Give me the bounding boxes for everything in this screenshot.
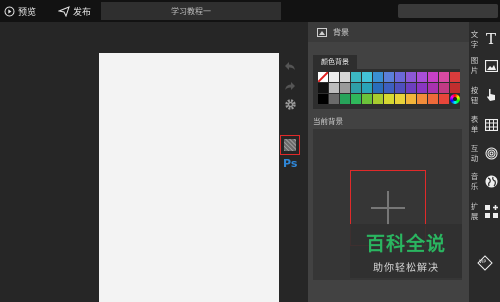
color-swatch[interactable] — [406, 94, 416, 104]
component-sidebar: 文字 T 图片 按钮 表单 互动 音乐 扩展 VIP — [469, 22, 500, 302]
sidebar-item-button[interactable]: 按钮 — [469, 82, 500, 112]
color-swatch[interactable] — [417, 83, 427, 93]
canvas-page[interactable] — [99, 53, 279, 302]
send-icon — [58, 5, 70, 17]
color-swatch[interactable] — [384, 83, 394, 93]
color-swatch[interactable] — [417, 72, 427, 82]
watermark-subtitle: 助你轻松解决 — [373, 262, 439, 274]
color-swatch[interactable] — [417, 94, 427, 104]
color-swatch[interactable] — [362, 94, 372, 104]
editor-root: 预览 发布 学习教程一 Ps 背景 颜色背景 当前背景 百科全说 助你轻松解决 … — [0, 0, 500, 302]
sidebar-item-interaction[interactable]: 互动 — [469, 140, 500, 168]
sidebar-item-label: 按钮 — [470, 86, 479, 105]
color-swatch[interactable] — [351, 72, 361, 82]
sidebar-item-form[interactable]: 表单 — [469, 112, 500, 140]
fingerprint-icon — [484, 146, 498, 160]
vip-button[interactable]: VIP — [469, 252, 500, 274]
color-swatch[interactable] — [395, 72, 405, 82]
color-swatch[interactable] — [439, 72, 449, 82]
color-swatch[interactable] — [318, 83, 328, 93]
color-swatch[interactable] — [406, 72, 416, 82]
color-swatch[interactable] — [373, 94, 383, 104]
undo-button[interactable] — [282, 58, 298, 74]
sidebar-item-label: 扩展 — [470, 202, 479, 221]
color-swatch[interactable] — [439, 94, 449, 104]
color-swatch[interactable] — [384, 72, 394, 82]
preview-button[interactable]: 预览 — [4, 0, 36, 22]
color-swatch[interactable] — [351, 94, 361, 104]
color-swatch[interactable] — [450, 72, 460, 82]
color-swatch-grid — [318, 72, 460, 104]
tab-color-background[interactable]: 颜色背景 — [313, 55, 357, 69]
sidebar-item-label: 音乐 — [470, 172, 479, 191]
panel-title: 背景 — [333, 27, 349, 37]
color-swatch[interactable] — [384, 94, 394, 104]
text-icon: T — [485, 30, 496, 48]
redo-icon — [285, 82, 295, 90]
image-icon — [317, 27, 327, 37]
redo-button[interactable] — [282, 78, 298, 94]
tool-column: Ps — [279, 22, 301, 302]
undo-icon — [285, 62, 295, 70]
image-icon — [484, 59, 498, 73]
color-swatch[interactable] — [395, 94, 405, 104]
color-swatch[interactable] — [406, 83, 416, 93]
color-swatch[interactable] — [329, 94, 339, 104]
globe-icon — [484, 174, 498, 188]
publish-label: 发布 — [73, 7, 92, 18]
preview-label: 预览 — [18, 7, 37, 18]
color-swatch[interactable] — [318, 94, 328, 104]
color-swatch[interactable] — [428, 83, 438, 93]
texture-icon — [284, 139, 296, 151]
background-tool-button[interactable] — [280, 135, 300, 155]
color-swatch[interactable] — [428, 94, 438, 104]
color-swatch[interactable] — [395, 83, 405, 93]
no-color-swatch[interactable] — [318, 72, 328, 82]
current-background-label: 当前背景 — [313, 117, 343, 126]
sidebar-item-music[interactable]: 音乐 — [469, 168, 500, 196]
settings-button[interactable] — [282, 96, 298, 112]
hand-pointer-icon — [484, 88, 498, 102]
watermark-title: 百科全说 — [365, 232, 446, 255]
vip-label: VIP — [479, 260, 487, 265]
sidebar-item-label: 表单 — [470, 115, 479, 134]
table-icon — [484, 118, 498, 132]
sidebar-item-label: 互动 — [470, 144, 479, 163]
color-swatch[interactable] — [373, 83, 383, 93]
sidebar-item-image[interactable]: 图片 — [469, 54, 500, 80]
document-title-tab[interactable]: 学习教程一 — [101, 2, 281, 20]
ps-label[interactable]: Ps — [283, 157, 297, 170]
sidebar-item-label: 文字 — [470, 30, 479, 49]
color-swatch[interactable] — [340, 72, 350, 82]
preview-icon — [4, 6, 15, 17]
top-right-field[interactable] — [398, 4, 498, 18]
color-swatch[interactable] — [362, 83, 372, 93]
color-swatch[interactable] — [329, 83, 339, 93]
sidebar-item-text[interactable]: 文字 T — [469, 28, 500, 54]
color-swatch[interactable] — [362, 72, 372, 82]
color-swatch[interactable] — [439, 83, 449, 93]
gear-icon — [284, 98, 296, 110]
watermark: 百科全说 助你轻松解决 — [350, 224, 462, 278]
color-swatch[interactable] — [340, 94, 350, 104]
color-swatch[interactable] — [340, 83, 350, 93]
canvas-area — [0, 22, 308, 302]
sidebar-item-extension[interactable]: 扩展 — [469, 198, 500, 228]
color-swatch[interactable] — [428, 72, 438, 82]
color-swatch-box — [313, 69, 460, 109]
grid-plus-icon — [484, 204, 498, 218]
publish-button[interactable]: 发布 — [58, 0, 91, 22]
color-swatch[interactable] — [450, 83, 460, 93]
color-swatch[interactable] — [329, 72, 339, 82]
top-bar: 预览 发布 学习教程一 — [0, 0, 500, 22]
color-swatch[interactable] — [373, 72, 383, 82]
color-wheel-icon[interactable] — [450, 94, 460, 104]
sidebar-item-label: 图片 — [470, 56, 479, 75]
document-title: 学习教程一 — [171, 6, 211, 16]
panel-header: 背景 — [308, 22, 469, 42]
tab-color-background-label: 颜色背景 — [321, 58, 349, 66]
color-swatch[interactable] — [351, 83, 361, 93]
